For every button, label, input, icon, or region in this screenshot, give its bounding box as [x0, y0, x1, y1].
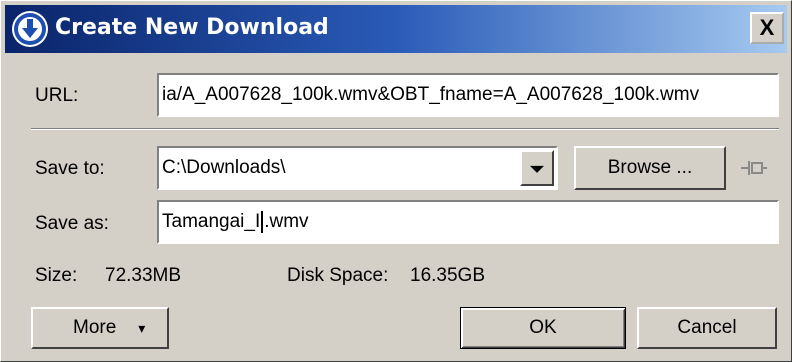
- pin-icon[interactable]: [739, 156, 769, 180]
- save-to-label: Save to:: [35, 158, 105, 179]
- save-as-text-after-caret: .wmv: [264, 211, 309, 232]
- size-label: Size:: [35, 265, 78, 286]
- more-button[interactable]: More ▾: [31, 307, 169, 349]
- create-download-dialog: Create New Download X URL: ia/A_A007628_…: [0, 0, 792, 362]
- window-title: Create New Download: [55, 15, 329, 40]
- disk-space-value: 16.35GB: [410, 265, 485, 286]
- url-input[interactable]: ia/A_A007628_100k.wmv&OBT_fname=A_A00762…: [157, 73, 779, 117]
- chevron-down-icon: [530, 165, 544, 173]
- save-as-input[interactable]: Tamangai_I .wmv: [157, 200, 779, 244]
- save-to-dropdown-button[interactable]: [520, 150, 554, 186]
- download-icon: [12, 11, 48, 47]
- url-label: URL:: [35, 85, 79, 106]
- close-button[interactable]: X: [750, 12, 784, 44]
- browse-button[interactable]: Browse ...: [574, 146, 726, 190]
- save-to-combobox[interactable]: C:\Downloads\: [157, 146, 558, 190]
- separator: [31, 128, 779, 130]
- save-to-value: C:\Downloads\: [162, 157, 286, 178]
- title-bar[interactable]: Create New Download X: [5, 5, 787, 53]
- text-caret: [261, 210, 264, 233]
- cancel-button[interactable]: Cancel: [637, 307, 777, 349]
- more-dropdown-icon: ▾: [138, 319, 146, 336]
- save-as-label: Save as:: [35, 213, 109, 234]
- size-value: 72.33MB: [105, 265, 182, 286]
- disk-space-label: Disk Space:: [287, 265, 389, 286]
- more-button-label: More: [73, 317, 117, 338]
- save-as-text-before-caret: Tamangai_I: [162, 211, 261, 232]
- ok-button[interactable]: OK: [460, 307, 626, 349]
